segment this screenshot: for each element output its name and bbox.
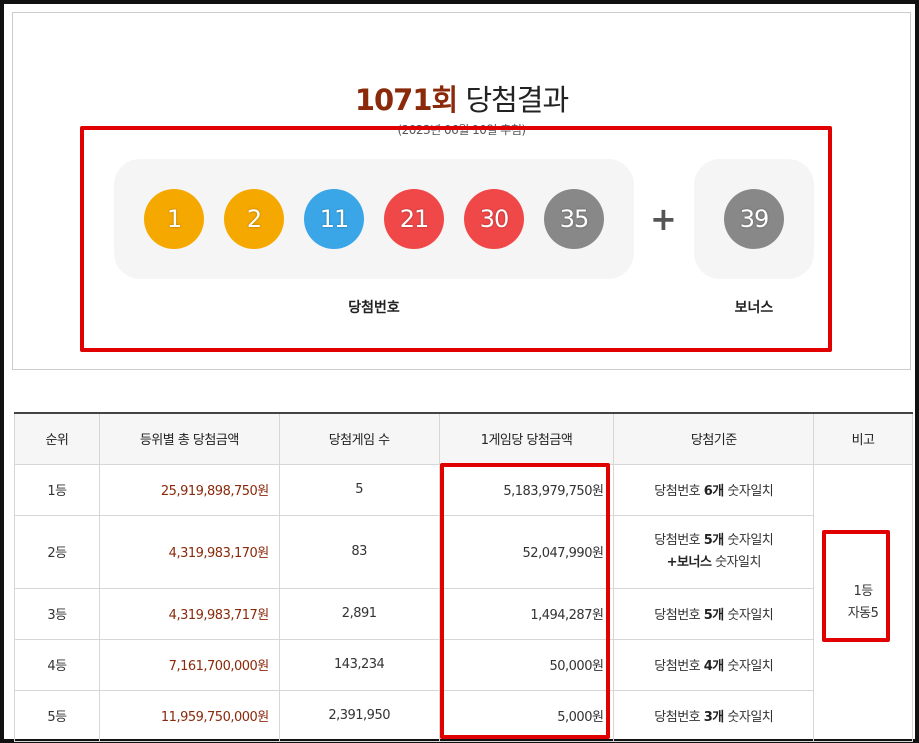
criteria-plus: + [666,554,678,570]
round-number: 1071회 [354,83,458,117]
title-text: 당첨결과 [465,83,569,117]
criteria-text: 당첨번호 [654,659,704,674]
note-line: 1등 [853,583,873,599]
per-game-amount-cell: 5,183,979,750원 [438,463,615,516]
winning-ball-3: 11 [304,189,364,249]
column-header: 1게임당 당첨금액 [438,412,615,465]
total-amount-cell: 4,319,983,170원 [98,514,280,589]
total-amount-cell: 7,161,700,000원 [98,638,280,691]
table-row: 4등 7,161,700,000원 143,234 50,000원 당첨번호 4… [14,638,913,691]
column-header: 당첨게임 수 [278,412,440,465]
winning-ball-6: 35 [544,189,604,249]
winning-games-cell: 143,234 [278,638,440,691]
winning-ball-1: 1 [144,189,204,249]
page-frame: 1071회 당첨결과 (2023년 06월 10일 추첨) 1 2 11 21 … [0,0,919,743]
bonus-ball: 39 [724,189,784,249]
criteria-cell: 당첨번호 5개 숫자일치 +보너스 숫자일치 [613,514,815,589]
draw-result-section: 1071회 당첨결과 (2023년 06월 10일 추첨) 1 2 11 21 … [12,12,911,370]
table-row: 2등 4,319,983,170원 83 52,047,990원 당첨번호 5개… [14,514,913,589]
rank-cell: 1등 [14,463,100,516]
total-amount-cell: 11,959,750,000원 [98,689,280,742]
criteria-text: 당첨번호 [654,484,704,499]
criteria-bonus: 보너스 [677,554,712,570]
criteria-text: 당첨번호 [654,710,704,725]
criteria-text: 숫자일치 [723,484,774,499]
winning-ball-4: 21 [384,189,444,249]
criteria-text: 숫자일치 [723,659,774,674]
criteria-text: 당첨번호 [654,608,704,623]
criteria-text: 숫자일치 [711,554,761,570]
total-amount-cell: 25,919,898,750원 [98,463,280,516]
table-row: 1등 25,919,898,750원 5 5,183,979,750원 당첨번호… [14,463,913,742]
note-line: 자동5 [847,605,879,621]
bonus-label: 보너스 [734,300,774,316]
per-game-amount-cell: 50,000원 [438,638,615,691]
criteria-text: 숫자일치 [723,710,774,725]
table-header-row: 순위 등위별 총 당첨금액 당첨게임 수 1게임당 당첨금액 당첨기준 비고 [14,412,913,465]
total-amount-cell: 4,319,983,717원 [98,587,280,640]
note-cell: 1등 자동5 [813,463,913,742]
column-header: 비고 [813,412,913,465]
per-game-amount-cell: 5,000원 [438,689,615,742]
criteria-count: 5개 [703,608,725,623]
criteria-cell: 당첨번호 4개 숫자일치 [613,638,815,691]
rank-cell: 5등 [14,689,100,742]
draw-date: (2023년 06월 10일 추첨) [397,123,526,137]
column-header: 등위별 총 당첨금액 [98,412,280,465]
criteria-text: 당첨번호 [654,532,704,548]
prize-table: 순위 등위별 총 당첨금액 당첨게임 수 1게임당 당첨금액 당첨기준 비고 1… [14,412,913,742]
rank-cell: 2등 [14,514,100,589]
winning-ball-5: 30 [464,189,524,249]
rank-cell: 4등 [14,638,100,691]
criteria-count: 6개 [703,484,725,499]
criteria-text: 숫자일치 [723,532,774,548]
winning-games-cell: 83 [278,514,440,589]
winning-games-cell: 2,391,950 [278,689,440,742]
criteria-cell: 당첨번호 5개 숫자일치 [613,587,815,640]
column-header: 순위 [14,412,100,465]
plus-sign: + [650,200,677,238]
table-row: 5등 11,959,750,000원 2,391,950 5,000원 당첨번호… [14,689,913,742]
winning-games-cell: 5 [278,463,440,516]
criteria-cell: 당첨번호 3개 숫자일치 [613,689,815,742]
winning-ball-2: 2 [224,189,284,249]
winning-numbers-label: 당첨번호 [348,300,400,316]
criteria-cell: 당첨번호 6개 숫자일치 [613,463,815,516]
winning-games-cell: 2,891 [278,587,440,640]
page-title: 1071회 당첨결과 [13,77,910,119]
criteria-text: 숫자일치 [723,608,774,623]
table-row: 3등 4,319,983,717원 2,891 1,494,287원 당첨번호 … [14,587,913,640]
rank-cell: 3등 [14,587,100,640]
criteria-count: 3개 [703,710,725,725]
column-header: 당첨기준 [613,412,815,465]
per-game-amount-cell: 52,047,990원 [438,514,615,589]
criteria-count: 4개 [703,659,725,674]
per-game-amount-cell: 1,494,287원 [438,587,615,640]
criteria-count: 5개 [703,532,725,548]
